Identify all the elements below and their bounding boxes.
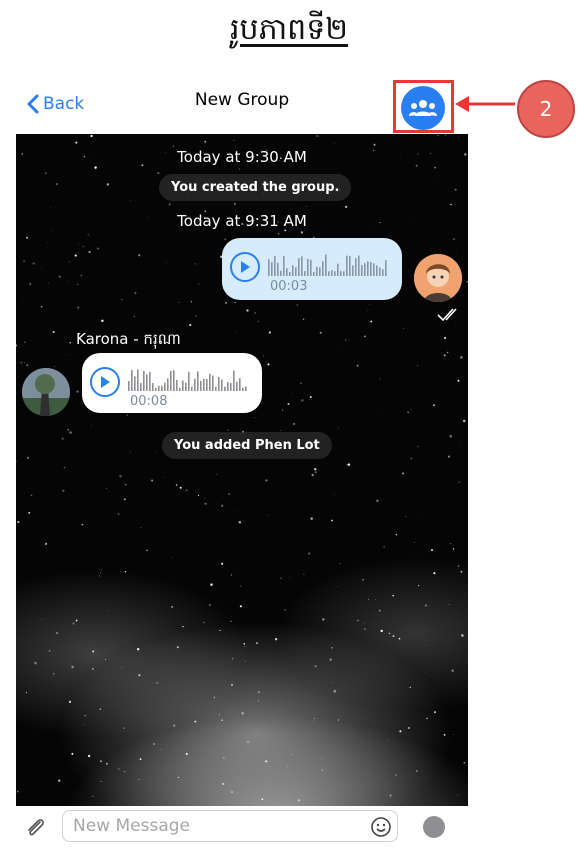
avatar-image [22, 368, 70, 416]
record-dot-icon[interactable] [423, 816, 445, 838]
smiley-icon[interactable] [370, 816, 392, 838]
voice-duration: 00:08 [130, 394, 168, 409]
chat-area[interactable]: Today at 9:30 AM You created the group. … [16, 134, 468, 806]
play-icon [241, 261, 250, 273]
timestamp: Today at 9:30 AM [177, 148, 307, 166]
avatar[interactable] [414, 254, 462, 302]
incoming-voice-message[interactable]: 00:08 [82, 353, 262, 413]
play-button[interactable] [90, 367, 120, 397]
sender-name: Karona - ករុណា [76, 330, 181, 348]
waveform [268, 254, 387, 276]
group-info-button[interactable] [401, 86, 445, 130]
outgoing-voice-message[interactable]: 00:03 [222, 238, 402, 300]
voice-duration: 00:03 [270, 279, 308, 294]
system-message: You created the group. [159, 174, 352, 201]
message-input[interactable] [62, 810, 398, 842]
avatar[interactable] [22, 368, 70, 416]
document-title: រូបភាពទី២ [230, 12, 348, 47]
group-people-icon [409, 100, 437, 116]
timestamp: Today at 9:31 AM [177, 212, 307, 230]
avatar-image [414, 254, 462, 302]
paperclip-icon[interactable] [24, 816, 48, 840]
play-button[interactable] [230, 252, 260, 282]
step-callout: 2 [517, 80, 575, 138]
waveform [128, 369, 247, 391]
double-check-icon [437, 308, 457, 322]
starfield-background [16, 134, 468, 806]
system-message: You added Phen Lot [162, 432, 332, 459]
arrow-left-icon [455, 96, 515, 112]
play-icon [101, 376, 110, 388]
composer-bar [0, 806, 578, 848]
